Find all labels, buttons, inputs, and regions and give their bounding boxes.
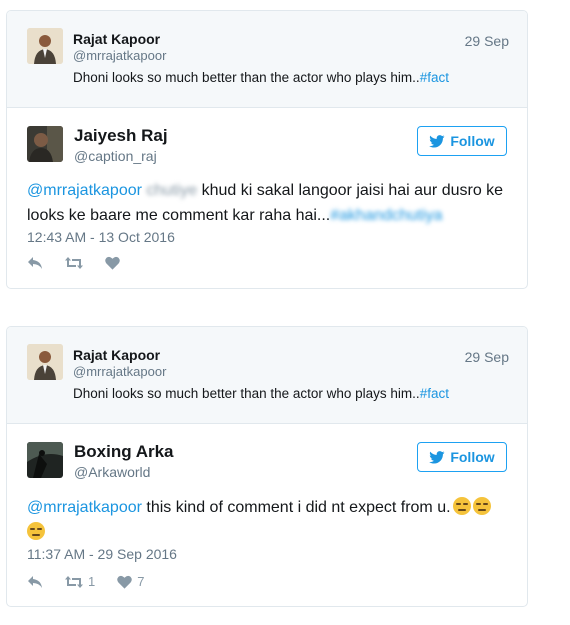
reply-button[interactable] xyxy=(27,256,43,270)
author-name[interactable]: Jaiyesh Raj xyxy=(74,126,168,146)
reply-icon xyxy=(28,575,42,588)
quoted-author-name[interactable]: Rajat Kapoor xyxy=(73,31,160,47)
reply-button[interactable] xyxy=(27,575,43,589)
author-avatar[interactable] xyxy=(27,442,63,478)
retweet-button[interactable]: 1 xyxy=(65,574,95,589)
tweet-text-line1: khud ki sakal langoor jaisi hai aur dusr… xyxy=(201,182,504,199)
tweet-text: @mrrajatkapoor this kind of comment i di… xyxy=(27,495,507,545)
mention-link[interactable]: @mrrajatkapoor xyxy=(27,499,142,516)
retweet-icon xyxy=(65,575,83,588)
quoted-author-handle[interactable]: @mrrajatkapoor xyxy=(73,48,166,63)
mention-link[interactable]: @mrrajatkapoor xyxy=(27,182,142,199)
tweet-text-line2: looks ke baare me comment kar raha hai..… xyxy=(27,207,331,224)
quoted-author-handle[interactable]: @mrrajatkapoor xyxy=(73,364,166,379)
quoted-text-body: Dhoni looks so much better than the acto… xyxy=(73,70,420,85)
like-icon xyxy=(117,575,132,589)
quoted-author-name[interactable]: Rajat Kapoor xyxy=(73,347,160,363)
quoted-date[interactable]: 29 Sep xyxy=(465,349,509,365)
expressionless-face-emoji xyxy=(27,522,45,540)
embedded-tweet-card: Rajat Kapoor @mrrajatkapoor 29 Sep Dhoni… xyxy=(6,326,528,607)
quoted-avatar[interactable] xyxy=(27,344,63,380)
author-avatar[interactable] xyxy=(27,126,63,162)
author-name[interactable]: Boxing Arka xyxy=(74,442,174,462)
like-icon xyxy=(105,256,120,270)
censored-word: chutiye xyxy=(146,182,198,199)
twitter-bird-icon xyxy=(429,450,445,464)
tweet-text: @mrrajatkapoor chutiye khud ki sakal lan… xyxy=(27,178,507,228)
author-handle[interactable]: @caption_raj xyxy=(74,148,157,164)
quoted-date[interactable]: 29 Sep xyxy=(465,33,509,49)
author-handle[interactable]: @Arkaworld xyxy=(74,464,150,480)
retweet-count: 1 xyxy=(88,574,96,589)
quoted-hashtag[interactable]: #fact xyxy=(420,70,449,85)
tweet-timestamp[interactable]: 12:43 AM - 13 Oct 2016 xyxy=(27,229,175,245)
tweet-actions xyxy=(27,256,120,270)
retweet-icon xyxy=(65,257,83,269)
retweet-button[interactable] xyxy=(65,256,83,270)
tweet-text-body: this kind of comment i did nt expect fro… xyxy=(146,499,451,516)
follow-label: Follow xyxy=(450,449,495,465)
expressionless-face-emoji xyxy=(452,497,471,515)
expressionless-face-emoji xyxy=(472,497,491,515)
censored-hashtag[interactable]: #akhandchutiya xyxy=(330,207,442,224)
twitter-bird-icon xyxy=(429,134,445,148)
quoted-avatar[interactable] xyxy=(27,28,63,64)
quoted-hashtag[interactable]: #fact xyxy=(420,386,449,401)
follow-button[interactable]: Follow xyxy=(417,442,507,472)
like-count: 7 xyxy=(137,574,145,589)
reply-icon xyxy=(28,257,42,269)
quoted-tweet[interactable]: Rajat Kapoor @mrrajatkapoor 29 Sep Dhoni… xyxy=(7,11,527,108)
follow-label: Follow xyxy=(450,133,495,149)
quoted-text: Dhoni looks so much better than the acto… xyxy=(73,386,449,401)
like-button[interactable]: 7 xyxy=(117,574,144,589)
like-button[interactable] xyxy=(105,256,120,270)
tweet-timestamp[interactable]: 11:37 AM - 29 Sep 2016 xyxy=(27,546,177,562)
embedded-tweet-card: Rajat Kapoor @mrrajatkapoor 29 Sep Dhoni… xyxy=(6,10,528,289)
follow-button[interactable]: Follow xyxy=(417,126,507,156)
quoted-text-body: Dhoni looks so much better than the acto… xyxy=(73,386,420,401)
quoted-text: Dhoni looks so much better than the acto… xyxy=(73,70,449,85)
quoted-tweet[interactable]: Rajat Kapoor @mrrajatkapoor 29 Sep Dhoni… xyxy=(7,327,527,424)
tweet-actions: 1 7 xyxy=(27,574,144,589)
